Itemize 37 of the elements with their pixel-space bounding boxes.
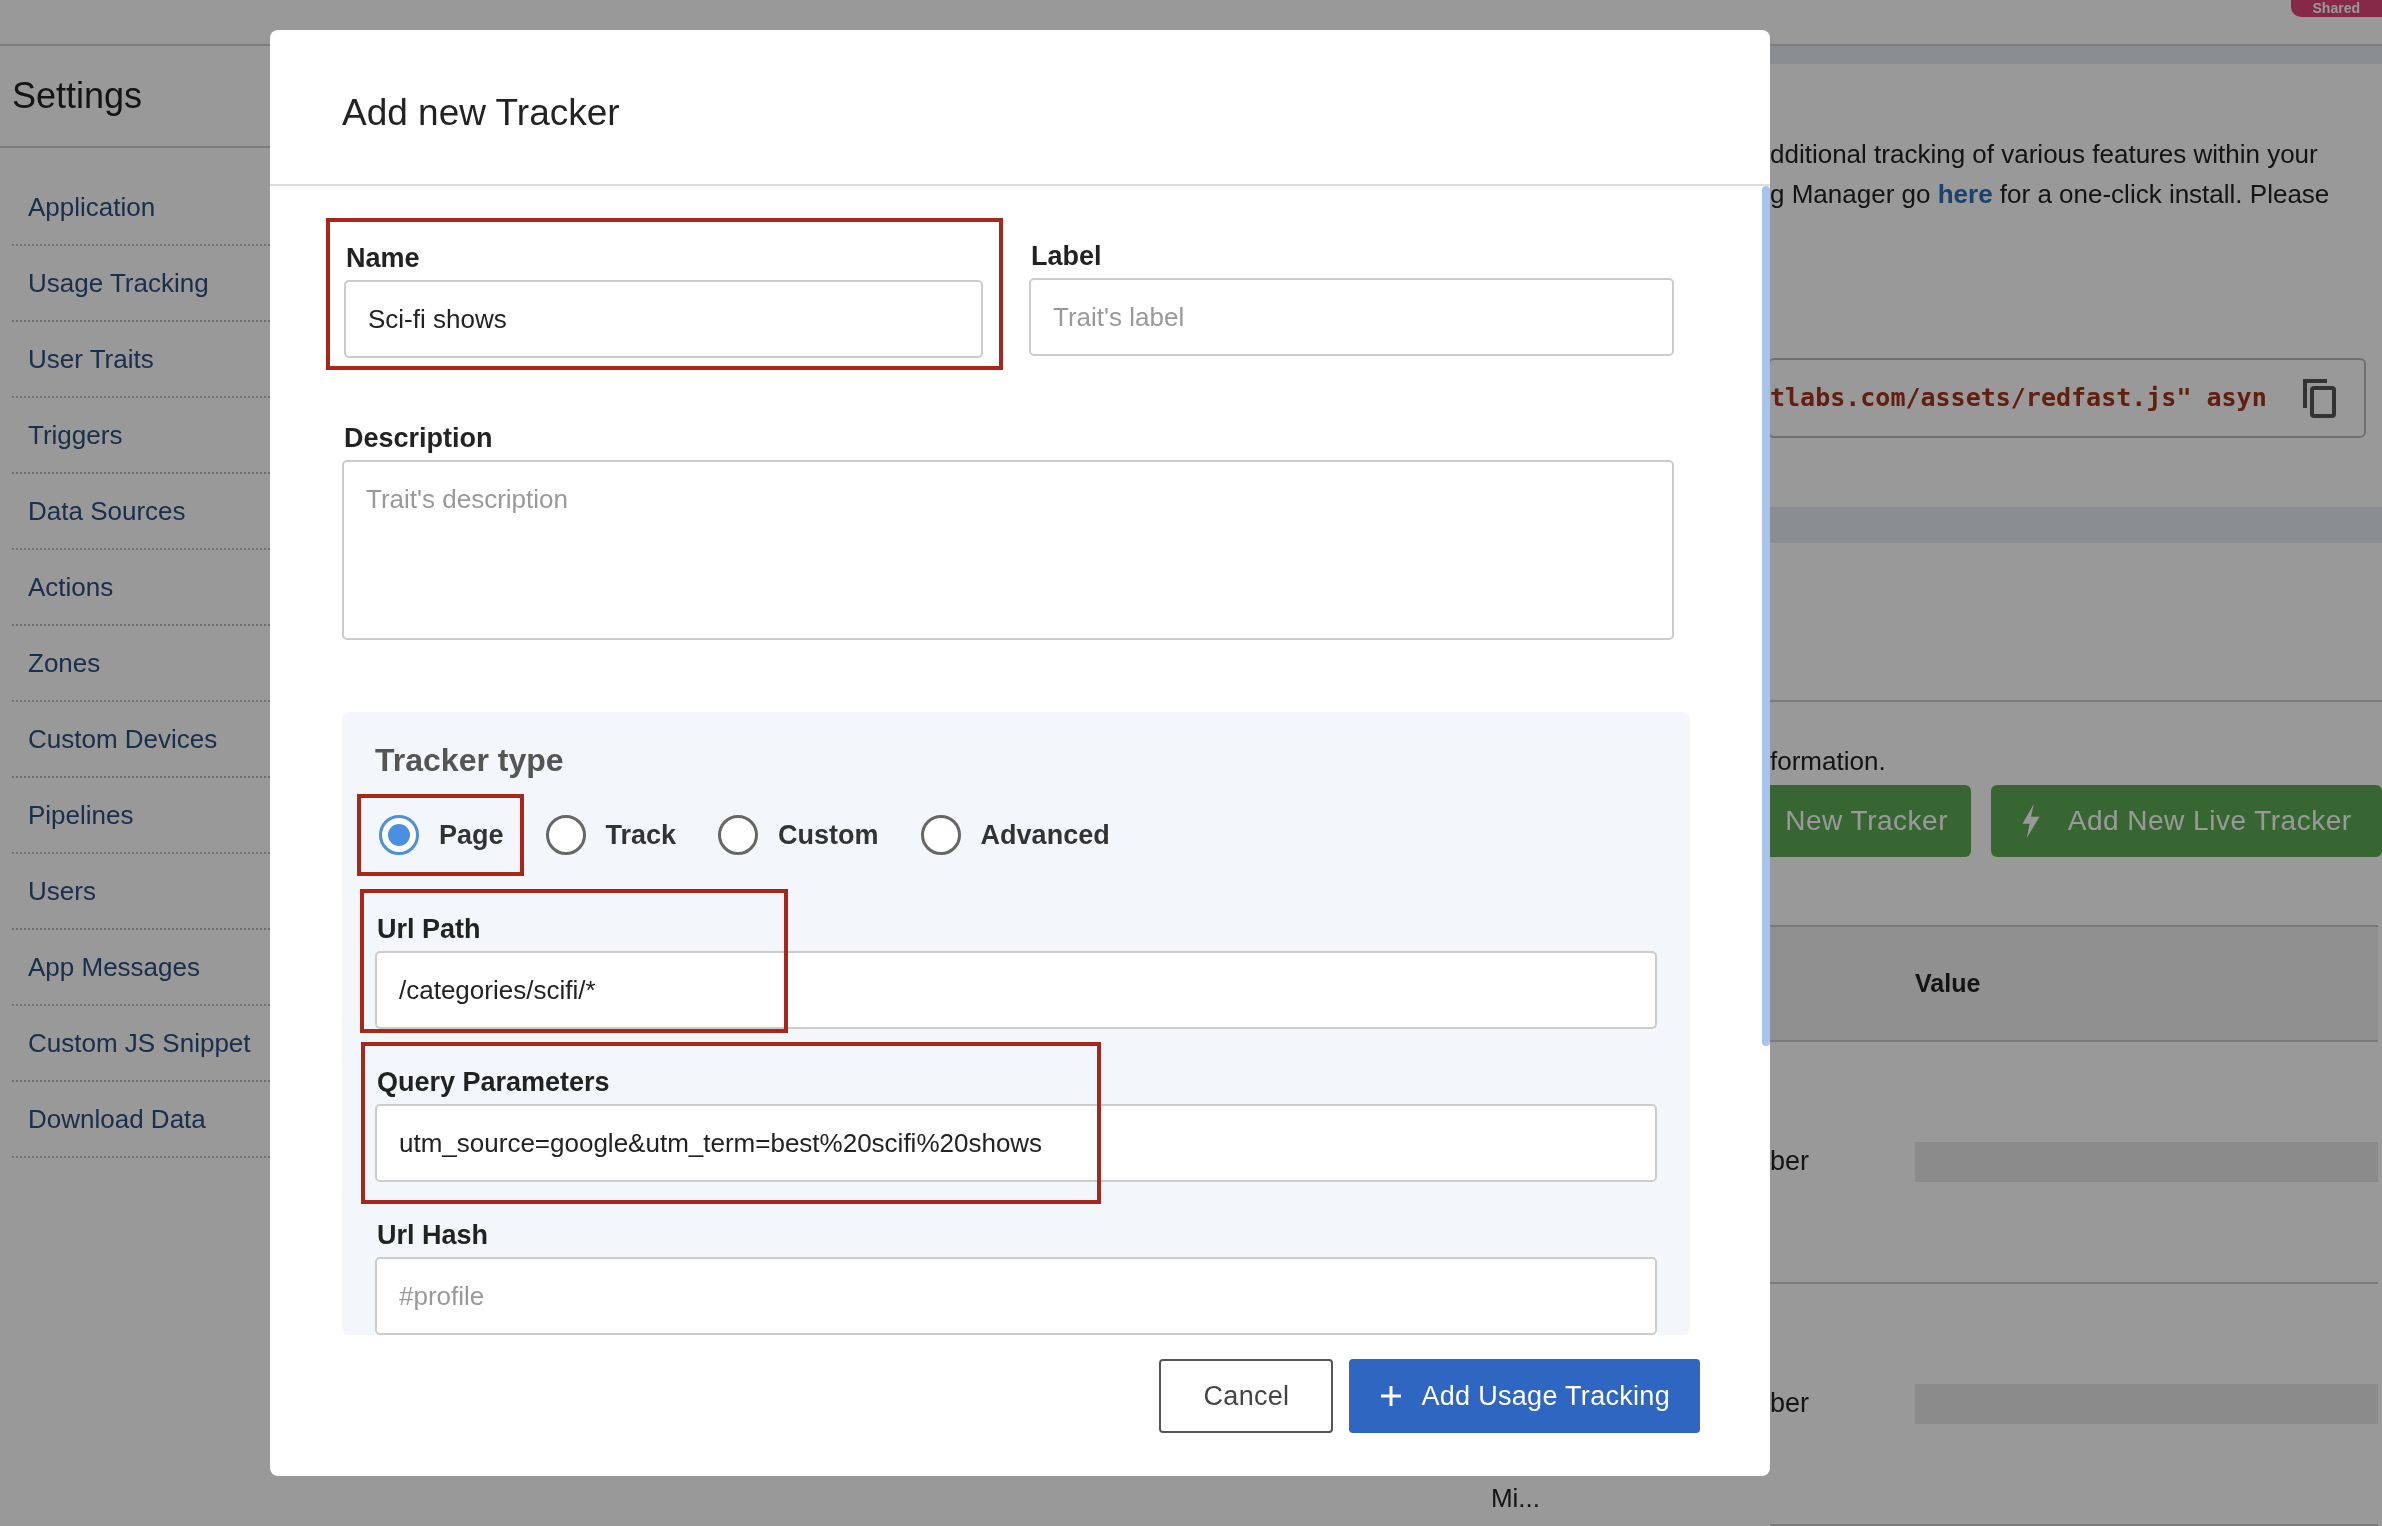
radio-button[interactable]: [718, 815, 759, 855]
radio-option[interactable]: Advanced: [898, 794, 1130, 876]
radio-option[interactable]: Page: [357, 794, 524, 876]
cancel-button[interactable]: Cancel: [1159, 1359, 1334, 1433]
text-field[interactable]: /categories/scifi/*: [375, 951, 1657, 1029]
field-label: Label: [1030, 240, 1103, 272]
copy-icon[interactable]: [2302, 377, 2338, 418]
table-cell-text: ber: [1770, 1146, 1811, 1178]
intro-paragraph: dditional tracking of various features within your g Manager go here for a one-click install. Please: [1770, 138, 2331, 211]
column-header: Value: [1915, 968, 1981, 998]
add-button[interactable]: Add Usage Tracking: [1349, 1359, 1700, 1433]
radio-option[interactable]: Track: [523, 794, 697, 876]
scrollbar-thumb[interactable]: [1762, 186, 1770, 1046]
bolt-icon: [2021, 804, 2040, 839]
field-label: Url Path: [376, 913, 482, 945]
text-field[interactable]: utm_source=google&utm_term=best%20scifi%20shows: [375, 1104, 1657, 1182]
text-field[interactable]: #profile: [375, 1257, 1657, 1335]
info-text: formation.: [1770, 746, 1887, 778]
plus-icon: [1379, 1384, 1404, 1408]
modal-title: Add new Tracker: [342, 92, 620, 134]
text-field[interactable]: Sci-fi shows: [344, 280, 983, 358]
truncated-text: Mi...: [1490, 1483, 1540, 1514]
field-label: Url Hash: [376, 1219, 490, 1251]
field-label: Query Parameters: [376, 1066, 611, 1098]
field-label: Name: [345, 242, 421, 274]
snippet-code: tlabs.com/assets/redfast.js" asyn: [1770, 383, 2267, 413]
table-cell-text: ber: [1770, 1388, 1811, 1420]
section-title: Tracker type: [375, 742, 565, 780]
radio-button[interactable]: [920, 815, 961, 855]
field-label: Description: [343, 422, 494, 454]
radio-option[interactable]: Custom: [696, 794, 899, 876]
shared-badge: Shared: [2290, 0, 2382, 17]
here-link[interactable]: here: [1937, 179, 1993, 209]
text-field[interactable]: Trait's label: [1029, 278, 1674, 356]
radio-button[interactable]: [379, 815, 419, 855]
radio-button[interactable]: [545, 815, 586, 855]
description-field[interactable]: Trait's description: [342, 460, 1674, 640]
